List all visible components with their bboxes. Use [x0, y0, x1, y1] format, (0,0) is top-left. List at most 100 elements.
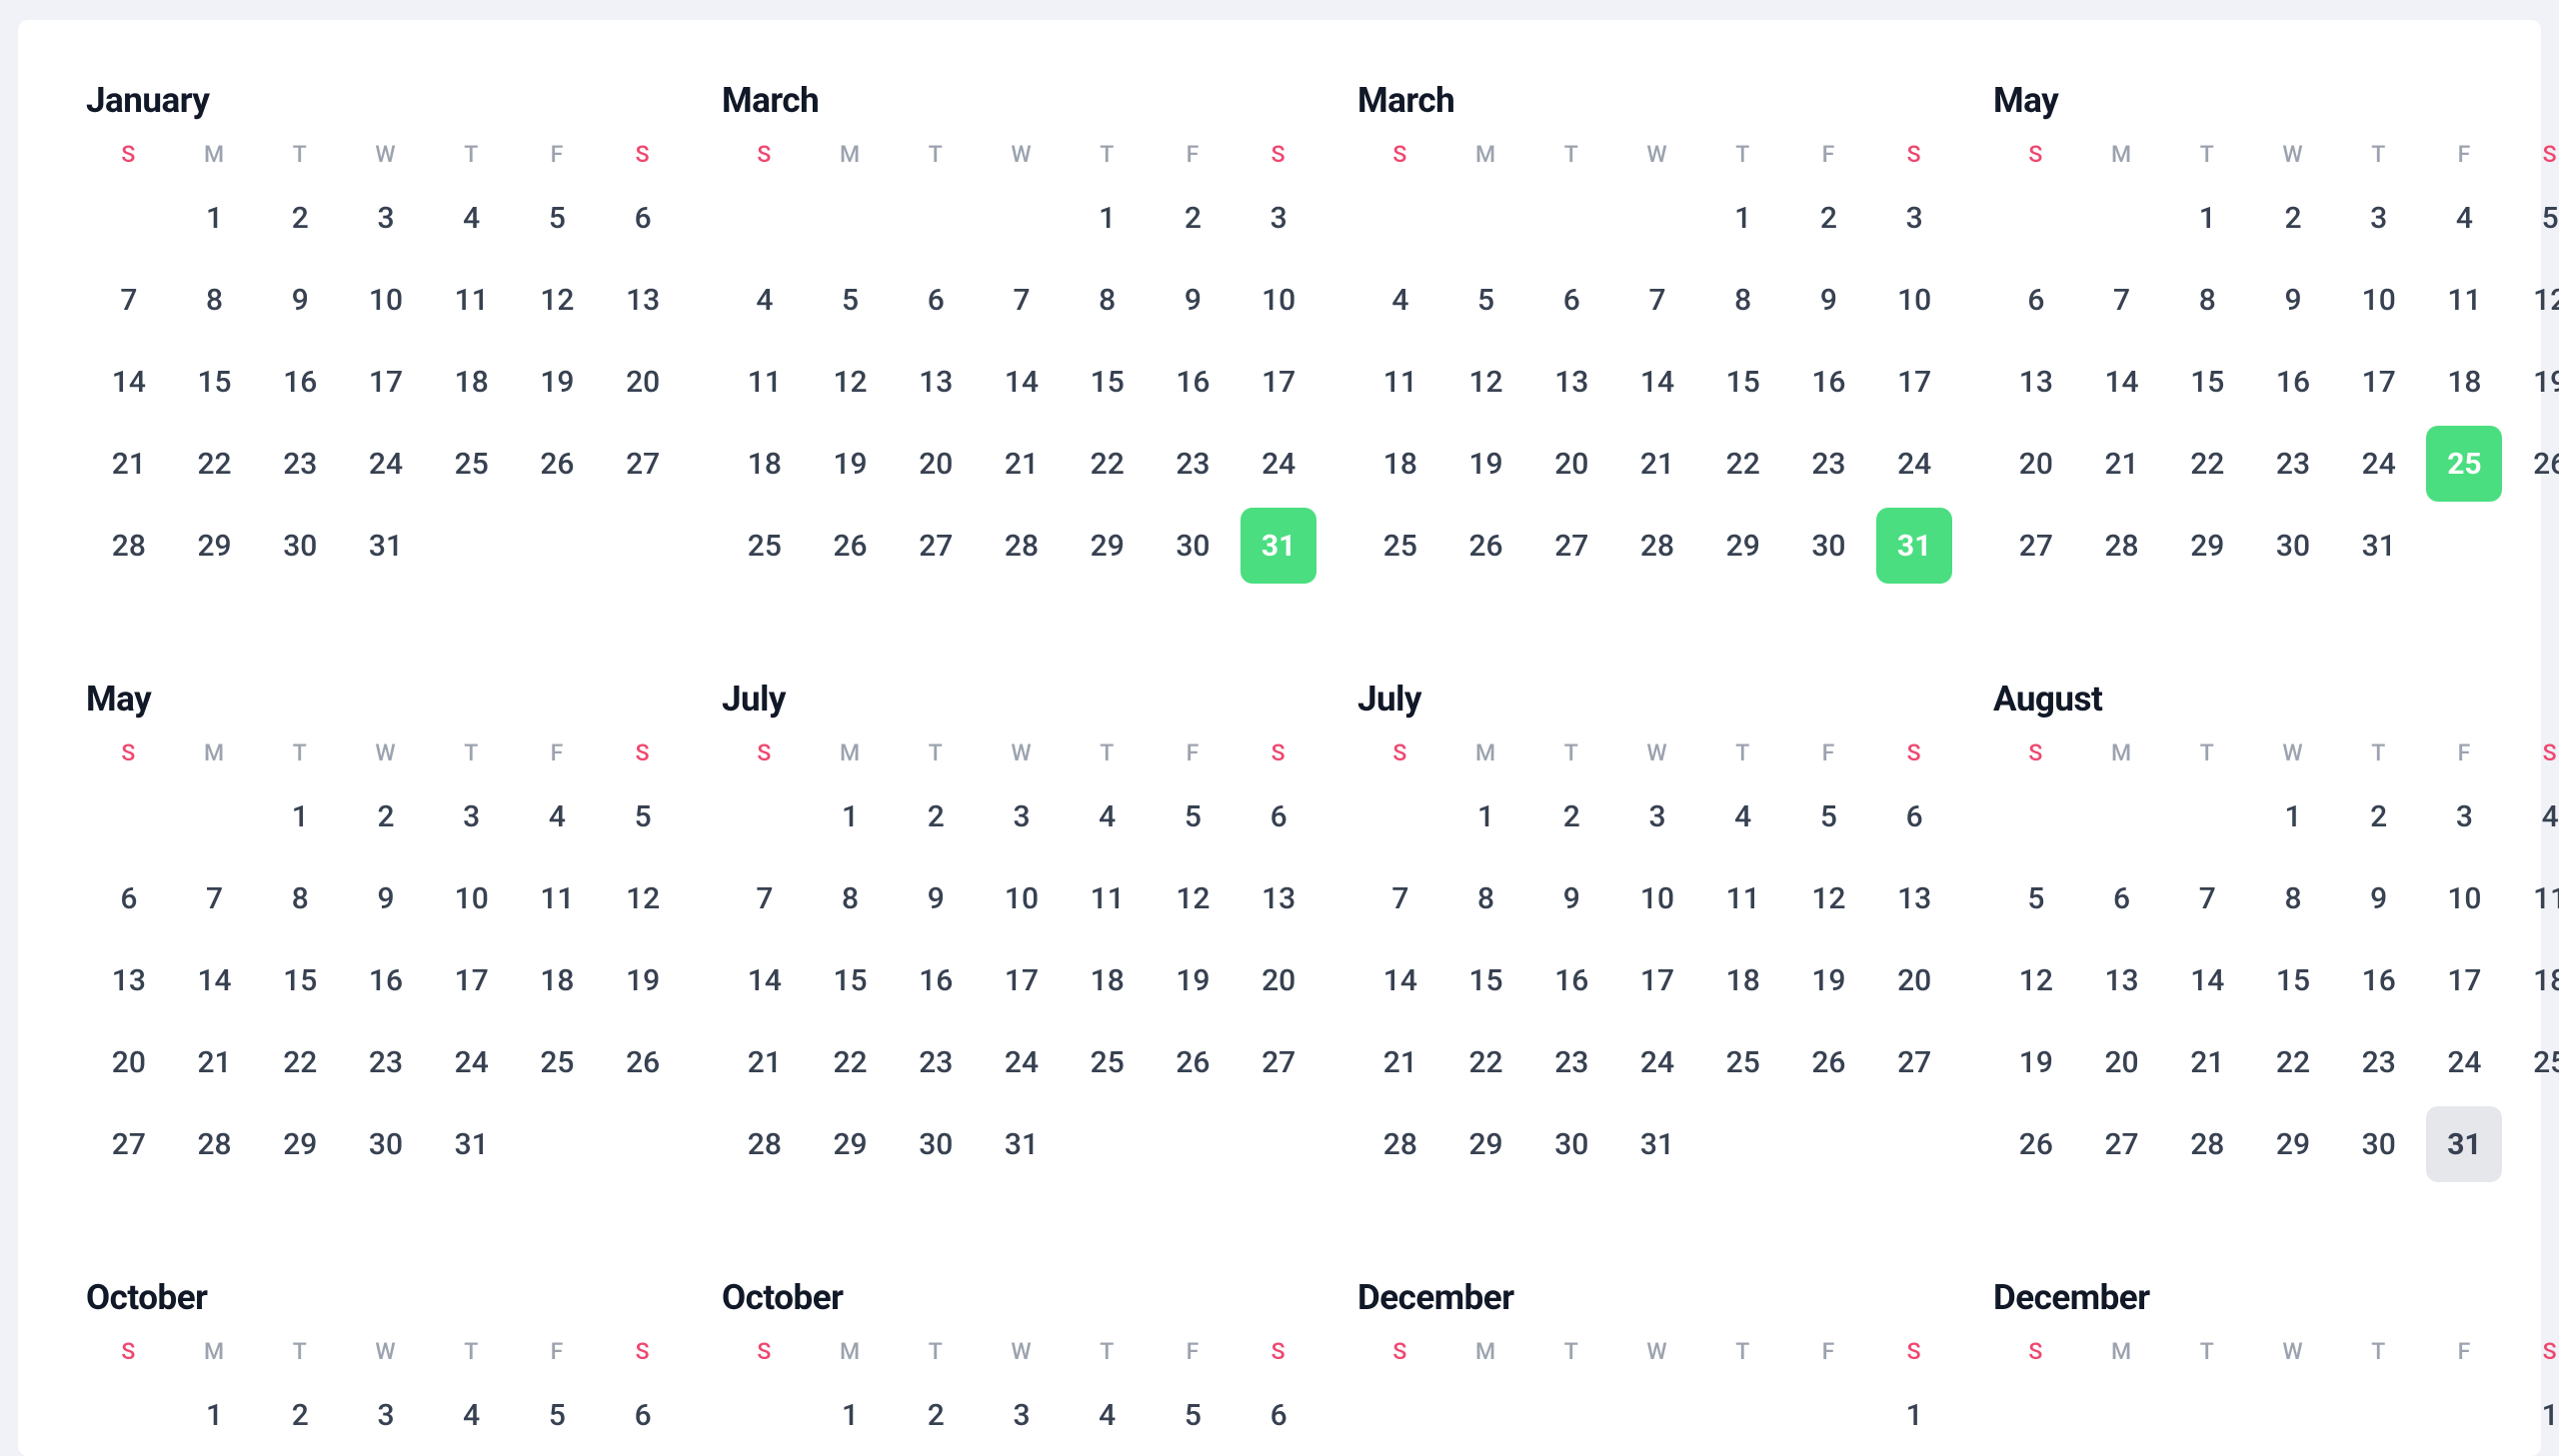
day-cell[interactable]: 14	[1357, 939, 1443, 1021]
day-cell[interactable]: 31	[2422, 1103, 2508, 1185]
day-cell[interactable]: 5	[1443, 259, 1529, 341]
day-cell[interactable]: 11	[722, 341, 808, 423]
day-cell[interactable]: 1	[1871, 1374, 1957, 1456]
day-cell[interactable]: 20	[1993, 423, 2079, 505]
day-cell[interactable]: 8	[1700, 259, 1786, 341]
day-cell[interactable]: 23	[1528, 1021, 1614, 1103]
day-cell[interactable]: 3	[429, 775, 515, 857]
day-cell[interactable]: 31	[1871, 505, 1957, 587]
day-cell[interactable]: 5	[1151, 775, 1237, 857]
day-cell[interactable]: 3	[1871, 177, 1957, 259]
day-cell[interactable]: 11	[2507, 857, 2559, 939]
day-cell[interactable]: 1	[2507, 1374, 2559, 1456]
day-cell[interactable]: 10	[1614, 857, 1700, 939]
day-cell[interactable]: 15	[1700, 341, 1786, 423]
day-cell[interactable]: 18	[1065, 939, 1151, 1021]
day-cell[interactable]: 18	[515, 939, 601, 1021]
day-cell[interactable]: 8	[1443, 857, 1529, 939]
day-cell[interactable]: 7	[1614, 259, 1700, 341]
day-cell[interactable]: 28	[2164, 1103, 2250, 1185]
day-cell[interactable]: 23	[1151, 423, 1237, 505]
day-cell[interactable]: 4	[1065, 1374, 1151, 1456]
day-cell[interactable]: 10	[1236, 259, 1321, 341]
day-cell[interactable]: 27	[1871, 1021, 1957, 1103]
day-cell[interactable]: 9	[257, 259, 343, 341]
day-cell[interactable]: 17	[343, 341, 429, 423]
day-cell[interactable]: 4	[515, 775, 601, 857]
day-cell[interactable]: 21	[979, 423, 1065, 505]
day-cell[interactable]: 6	[600, 1374, 686, 1456]
day-cell[interactable]: 28	[2079, 505, 2165, 587]
day-cell[interactable]: 30	[1786, 505, 1872, 587]
day-cell[interactable]: 28	[1614, 505, 1700, 587]
day-cell[interactable]: 7	[979, 259, 1065, 341]
day-cell[interactable]: 2	[343, 775, 429, 857]
day-cell[interactable]: 26	[808, 505, 894, 587]
day-cell[interactable]: 10	[979, 857, 1065, 939]
day-cell[interactable]: 4	[429, 1374, 515, 1456]
day-cell[interactable]: 7	[1357, 857, 1443, 939]
day-cell[interactable]: 26	[600, 1021, 686, 1103]
day-cell[interactable]: 27	[1993, 505, 2079, 587]
day-cell[interactable]: 16	[257, 341, 343, 423]
day-cell[interactable]: 2	[2336, 775, 2422, 857]
day-cell[interactable]: 1	[808, 775, 894, 857]
day-cell[interactable]: 16	[2336, 939, 2422, 1021]
day-cell[interactable]: 9	[343, 857, 429, 939]
day-cell[interactable]: 9	[1151, 259, 1237, 341]
day-cell[interactable]: 16	[1528, 939, 1614, 1021]
day-cell[interactable]: 30	[2336, 1103, 2422, 1185]
day-cell[interactable]: 17	[2336, 341, 2422, 423]
day-cell[interactable]: 6	[1993, 259, 2079, 341]
day-cell[interactable]: 13	[1993, 341, 2079, 423]
day-cell[interactable]: 22	[2250, 1021, 2336, 1103]
day-cell[interactable]: 13	[1236, 857, 1321, 939]
day-cell[interactable]: 29	[257, 1103, 343, 1185]
day-cell[interactable]: 6	[893, 259, 979, 341]
day-cell[interactable]: 3	[1614, 775, 1700, 857]
day-cell[interactable]: 12	[808, 341, 894, 423]
day-cell[interactable]: 2	[257, 1374, 343, 1456]
day-cell[interactable]: 20	[1871, 939, 1957, 1021]
day-cell[interactable]: 4	[1700, 775, 1786, 857]
day-cell[interactable]: 3	[2336, 177, 2422, 259]
day-cell[interactable]: 1	[1443, 775, 1529, 857]
day-cell[interactable]: 18	[429, 341, 515, 423]
day-cell[interactable]: 14	[979, 341, 1065, 423]
day-cell[interactable]: 13	[2079, 939, 2165, 1021]
day-cell[interactable]: 12	[1786, 857, 1872, 939]
day-cell[interactable]: 25	[2507, 1021, 2559, 1103]
day-cell[interactable]: 18	[1700, 939, 1786, 1021]
day-cell[interactable]: 16	[343, 939, 429, 1021]
day-cell[interactable]: 5	[808, 259, 894, 341]
day-cell[interactable]: 17	[429, 939, 515, 1021]
day-cell[interactable]: 7	[2164, 857, 2250, 939]
day-cell[interactable]: 19	[808, 423, 894, 505]
day-cell[interactable]: 19	[1993, 1021, 2079, 1103]
day-cell[interactable]: 14	[2079, 341, 2165, 423]
day-cell[interactable]: 22	[1700, 423, 1786, 505]
day-cell[interactable]: 25	[722, 505, 808, 587]
day-cell[interactable]: 19	[1786, 939, 1872, 1021]
day-cell[interactable]: 25	[429, 423, 515, 505]
day-cell[interactable]: 20	[1236, 939, 1321, 1021]
day-cell[interactable]: 12	[1151, 857, 1237, 939]
day-cell[interactable]: 10	[429, 857, 515, 939]
day-cell[interactable]: 19	[515, 341, 601, 423]
day-cell[interactable]: 15	[2250, 939, 2336, 1021]
day-cell[interactable]: 6	[1236, 775, 1321, 857]
day-cell[interactable]: 31	[1236, 505, 1321, 587]
day-cell[interactable]: 5	[515, 177, 601, 259]
day-cell[interactable]: 21	[2164, 1021, 2250, 1103]
day-cell[interactable]: 27	[600, 423, 686, 505]
day-cell[interactable]: 18	[1357, 423, 1443, 505]
day-cell[interactable]: 25	[1357, 505, 1443, 587]
day-cell[interactable]: 21	[722, 1021, 808, 1103]
day-cell[interactable]: 4	[2422, 177, 2508, 259]
day-cell[interactable]: 26	[1443, 505, 1529, 587]
day-cell[interactable]: 10	[343, 259, 429, 341]
day-cell[interactable]: 11	[2422, 259, 2508, 341]
day-cell[interactable]: 2	[257, 177, 343, 259]
day-cell[interactable]: 24	[343, 423, 429, 505]
day-cell[interactable]: 3	[343, 1374, 429, 1456]
